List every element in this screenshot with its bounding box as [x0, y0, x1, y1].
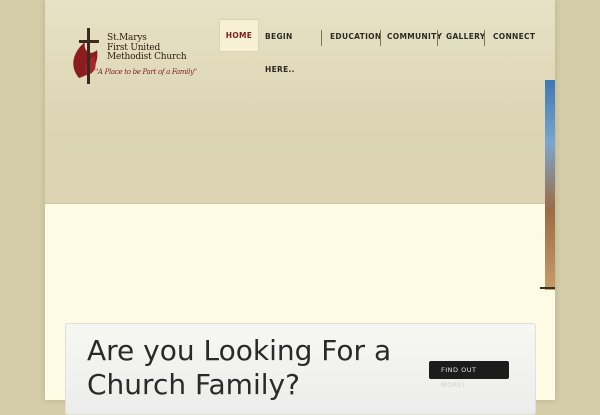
slider-image-edge: [545, 80, 555, 290]
callout-title: Are you Looking For a Church Family?: [87, 334, 392, 401]
nav-education[interactable]: EDUCATION: [330, 32, 381, 41]
nav-home[interactable]: HOME: [219, 19, 259, 52]
nav-gallery[interactable]: GALLERY: [446, 32, 486, 41]
nav-divider: [484, 30, 485, 46]
nav-connect[interactable]: CONNECT: [493, 32, 535, 41]
find-out-more-button[interactable]: FIND OUT MORE!: [429, 361, 509, 389]
nav-community[interactable]: COMMUNITY: [387, 32, 442, 41]
cta-label-line-2: MORE!: [441, 381, 466, 389]
cta-label: FIND OUT: [441, 366, 477, 374]
church-name: St.Marys First United Methodist Church: [107, 33, 207, 63]
nav-here[interactable]: HERE..: [265, 65, 295, 74]
nav-divider: [380, 30, 381, 46]
nav-divider: [321, 30, 322, 46]
church-name-line-3: Methodist Church: [107, 52, 187, 62]
nav-begin[interactable]: BEGIN: [265, 32, 293, 41]
callout-box: Are you Looking For a Church Family? FIN…: [65, 323, 536, 415]
nav-divider: [437, 30, 438, 46]
church-tagline: "A Place to be Part of a Family": [95, 68, 197, 76]
site-header: St.Marys First United Methodist Church "…: [45, 0, 555, 204]
slider-image-shadow: [540, 287, 555, 289]
